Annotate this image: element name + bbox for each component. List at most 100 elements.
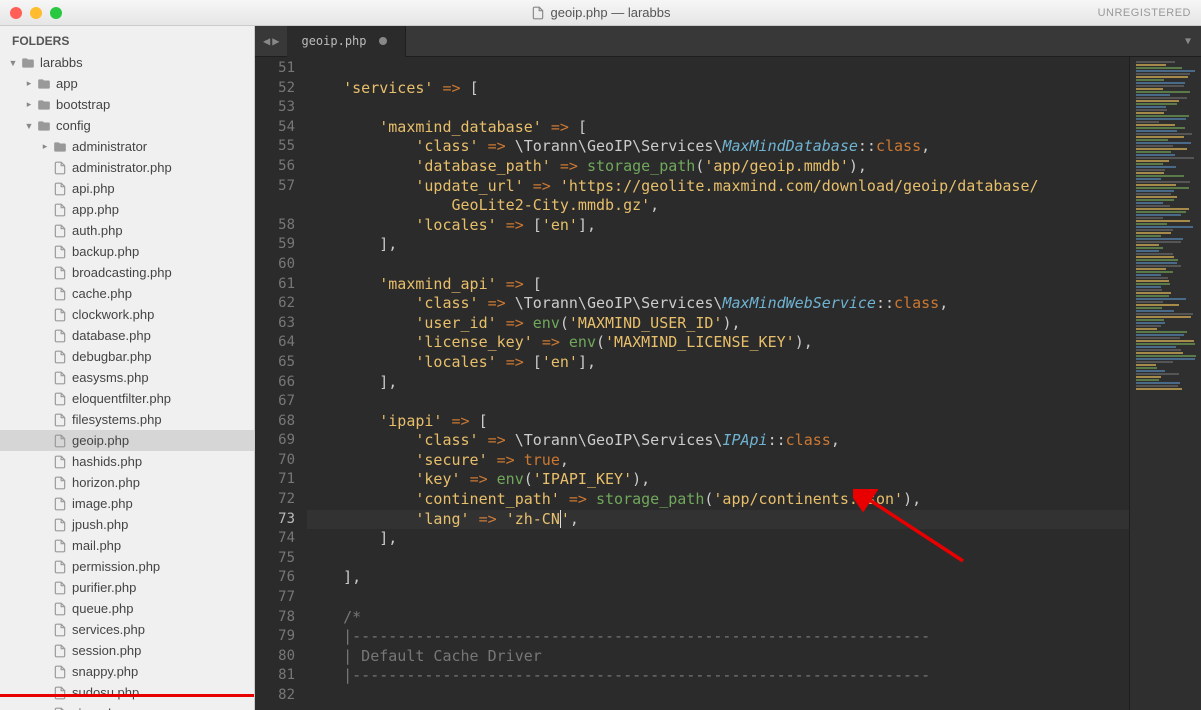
file-item[interactable]: api.php bbox=[0, 178, 254, 199]
code-line[interactable]: 'maxmind_api' => [ bbox=[307, 275, 1129, 295]
file-item[interactable]: geoip.php bbox=[0, 430, 254, 451]
file-item[interactable]: app.php bbox=[0, 199, 254, 220]
tab-bar: ◀ ▶ geoip.php ▼ bbox=[255, 26, 1201, 57]
code-line[interactable]: 'services' => [ bbox=[307, 79, 1129, 99]
code-line[interactable]: |---------------------------------------… bbox=[307, 666, 1129, 686]
code-line[interactable]: /* bbox=[307, 608, 1129, 628]
code-line[interactable]: 'maxmind_database' => [ bbox=[307, 118, 1129, 138]
tab-geoip[interactable]: geoip.php bbox=[287, 26, 405, 57]
folder-item[interactable]: ▸app bbox=[0, 73, 254, 94]
file-item[interactable]: administrator.php bbox=[0, 157, 254, 178]
code-line[interactable]: 'license_key' => env('MAXMIND_LICENSE_KE… bbox=[307, 333, 1129, 353]
code-line[interactable]: 'continent_path' => storage_path('app/co… bbox=[307, 490, 1129, 510]
folder-item[interactable]: ▸bootstrap bbox=[0, 94, 254, 115]
file-item[interactable]: image.php bbox=[0, 493, 254, 514]
code-line[interactable]: | Default Cache Driver bbox=[307, 647, 1129, 667]
code-line[interactable]: 'ipapi' => [ bbox=[307, 412, 1129, 432]
nav-back-icon[interactable]: ◀ bbox=[263, 34, 270, 48]
file-item[interactable]: snappy.php bbox=[0, 661, 254, 682]
file-icon bbox=[53, 476, 67, 490]
code-line[interactable]: 'class' => \Torann\GeoIP\Services\IPApi:… bbox=[307, 431, 1129, 451]
file-item[interactable]: services.php bbox=[0, 619, 254, 640]
file-item[interactable]: broadcasting.php bbox=[0, 262, 254, 283]
close-window-button[interactable] bbox=[10, 7, 22, 19]
code-lines[interactable]: 'services' => [ 'maxmind_database' => [ … bbox=[307, 57, 1129, 710]
code-line[interactable]: ], bbox=[307, 235, 1129, 255]
item-label: larabbs bbox=[40, 55, 83, 70]
code-area[interactable]: 51525354555657 5859606162636465666768697… bbox=[255, 57, 1201, 710]
file-item[interactable]: mail.php bbox=[0, 535, 254, 556]
code-line[interactable]: 'database_path' => storage_path('app/geo… bbox=[307, 157, 1129, 177]
code-line[interactable]: 'class' => \Torann\GeoIP\Services\MaxMin… bbox=[307, 294, 1129, 314]
file-item[interactable]: eloquentfilter.php bbox=[0, 388, 254, 409]
code-line[interactable]: 'update_url' => 'https://geolite.maxmind… bbox=[307, 177, 1129, 197]
code-line[interactable] bbox=[307, 686, 1129, 706]
unregistered-label: UNREGISTERED bbox=[1098, 7, 1191, 19]
item-label: app.php bbox=[72, 202, 119, 217]
disclosure-arrow-icon bbox=[40, 352, 50, 362]
file-item[interactable]: database.php bbox=[0, 325, 254, 346]
item-label: administrator.php bbox=[72, 160, 172, 175]
code-line[interactable]: ], bbox=[307, 568, 1129, 588]
file-item[interactable]: easysms.php bbox=[0, 367, 254, 388]
item-label: app bbox=[56, 76, 78, 91]
folder-item[interactable]: ▸administrator bbox=[0, 136, 254, 157]
folder-item[interactable]: ▼config bbox=[0, 115, 254, 136]
code-line[interactable] bbox=[307, 549, 1129, 569]
file-item[interactable]: clockwork.php bbox=[0, 304, 254, 325]
file-item[interactable]: hashids.php bbox=[0, 451, 254, 472]
file-item[interactable]: auth.php bbox=[0, 220, 254, 241]
file-item[interactable]: queue.php bbox=[0, 598, 254, 619]
code-line[interactable]: 'user_id' => env('MAXMIND_USER_ID'), bbox=[307, 314, 1129, 334]
file-icon bbox=[531, 6, 545, 20]
file-icon bbox=[53, 581, 67, 595]
code-line[interactable] bbox=[307, 588, 1129, 608]
disclosure-arrow-icon bbox=[40, 394, 50, 404]
file-item[interactable]: view.php bbox=[0, 703, 254, 710]
file-item[interactable]: jpush.php bbox=[0, 514, 254, 535]
code-line[interactable] bbox=[307, 59, 1129, 79]
item-label: bootstrap bbox=[56, 97, 110, 112]
file-item[interactable]: cache.php bbox=[0, 283, 254, 304]
code-line[interactable]: 'locales' => ['en'], bbox=[307, 353, 1129, 373]
code-line[interactable]: 'locales' => ['en'], bbox=[307, 216, 1129, 236]
item-label: filesystems.php bbox=[72, 412, 162, 427]
file-item[interactable]: debugbar.php bbox=[0, 346, 254, 367]
code-line[interactable]: |---------------------------------------… bbox=[307, 627, 1129, 647]
file-item[interactable]: horizon.php bbox=[0, 472, 254, 493]
editor: ◀ ▶ geoip.php ▼ 51525354555657 585960616… bbox=[255, 26, 1201, 710]
code-line[interactable]: 'secure' => true, bbox=[307, 451, 1129, 471]
disclosure-arrow-icon bbox=[40, 646, 50, 656]
file-item[interactable]: filesystems.php bbox=[0, 409, 254, 430]
code-line[interactable]: 'class' => \Torann\GeoIP\Services\MaxMin… bbox=[307, 137, 1129, 157]
code-line[interactable] bbox=[307, 255, 1129, 275]
minimize-window-button[interactable] bbox=[30, 7, 42, 19]
disclosure-arrow-icon bbox=[40, 436, 50, 446]
line-gutter: 51525354555657 5859606162636465666768697… bbox=[255, 57, 307, 710]
tabs-overflow-icon[interactable]: ▼ bbox=[1185, 36, 1191, 47]
disclosure-arrow-icon bbox=[40, 415, 50, 425]
code-line[interactable]: GeoLite2-City.mmdb.gz', bbox=[307, 196, 1129, 216]
file-icon bbox=[53, 707, 67, 710]
code-line[interactable]: ], bbox=[307, 373, 1129, 393]
sidebar[interactable]: FOLDERS ▼larabbs▸app▸bootstrap▼config▸ad… bbox=[0, 26, 255, 710]
file-item[interactable]: sudosu.php bbox=[0, 682, 254, 703]
item-label: easysms.php bbox=[72, 370, 149, 385]
file-icon bbox=[53, 182, 67, 196]
item-label: administrator bbox=[72, 139, 147, 154]
code-line[interactable]: ], bbox=[307, 529, 1129, 549]
file-item[interactable]: session.php bbox=[0, 640, 254, 661]
file-icon bbox=[53, 329, 67, 343]
code-line[interactable] bbox=[307, 392, 1129, 412]
file-icon bbox=[53, 686, 67, 700]
file-item[interactable]: backup.php bbox=[0, 241, 254, 262]
folder-item[interactable]: ▼larabbs bbox=[0, 52, 254, 73]
file-item[interactable]: purifier.php bbox=[0, 577, 254, 598]
file-item[interactable]: permission.php bbox=[0, 556, 254, 577]
code-line[interactable] bbox=[307, 98, 1129, 118]
minimap[interactable] bbox=[1129, 57, 1201, 710]
zoom-window-button[interactable] bbox=[50, 7, 62, 19]
item-label: broadcasting.php bbox=[72, 265, 172, 280]
code-line[interactable]: 'key' => env('IPAPI_KEY'), bbox=[307, 470, 1129, 490]
nav-forward-icon[interactable]: ▶ bbox=[272, 34, 279, 48]
